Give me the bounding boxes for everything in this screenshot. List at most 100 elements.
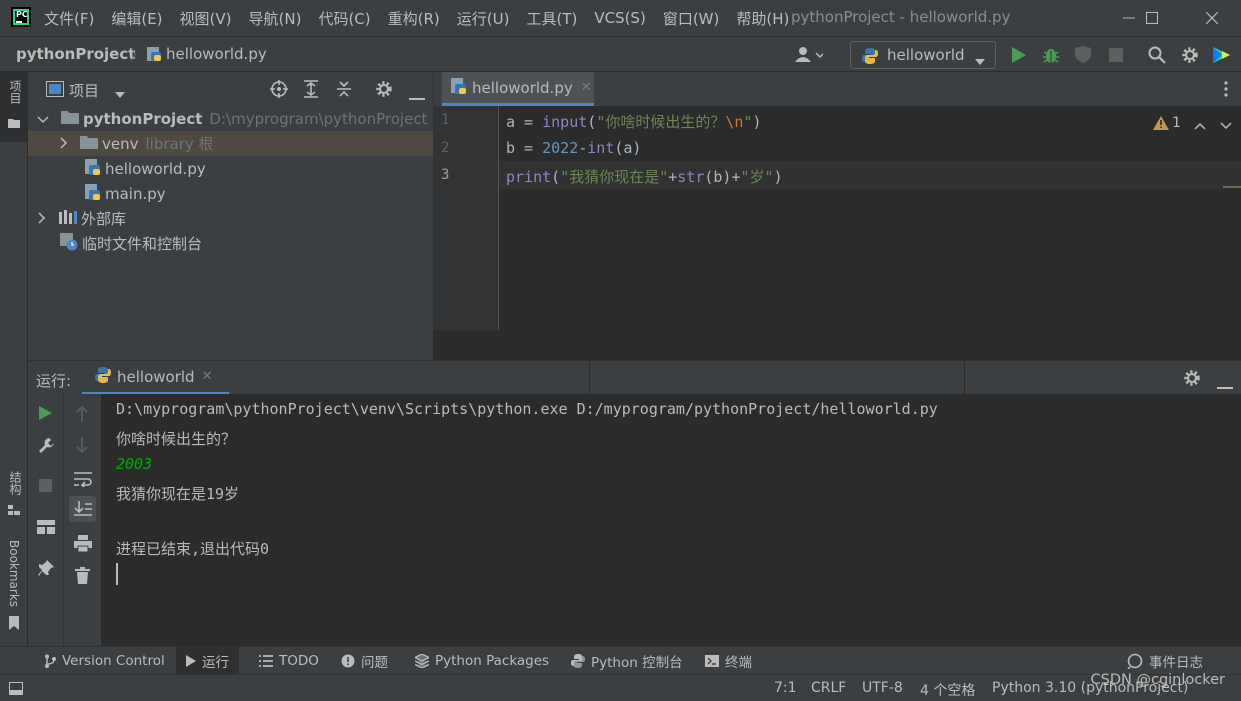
stop-button[interactable] <box>39 479 52 496</box>
layers-icon <box>415 654 429 668</box>
stop-icon <box>39 479 52 492</box>
caret-position[interactable]: 7:1 <box>774 680 797 696</box>
chevron-down-icon[interactable] <box>37 110 51 128</box>
line-separator[interactable]: CRLF <box>811 680 846 696</box>
folder-icon <box>80 135 98 153</box>
tree-item-hint: library 根 <box>145 135 214 153</box>
more-options-icon[interactable] <box>1224 81 1228 101</box>
tool-python-console[interactable]: Python 控制台 <box>564 647 690 675</box>
locate-icon[interactable] <box>270 80 288 102</box>
collapse-all-icon[interactable] <box>336 80 352 102</box>
layout-button[interactable] <box>37 520 55 538</box>
pycharm-logo-icon[interactable]: PC <box>11 7 31 27</box>
next-highlight-icon[interactable] <box>1220 118 1232 134</box>
scroll-down-button[interactable] <box>76 437 88 457</box>
menu-run[interactable]: 运行(U) <box>457 8 510 29</box>
console-line: D:\myprogram\pythonProject\venv\Scripts\… <box>116 400 938 418</box>
run-configuration-select[interactable]: helloworld <box>850 41 996 69</box>
clear-all-button[interactable] <box>75 567 90 588</box>
stop-button[interactable] <box>1109 48 1123 66</box>
tree-item-label: venv <box>102 134 139 153</box>
settings-button[interactable] <box>1181 46 1199 68</box>
run-tab-helloworld[interactable]: helloworld ✕ <box>82 361 229 395</box>
menu-tools[interactable]: 工具(T) <box>526 8 577 29</box>
menu-window[interactable]: 窗口(W) <box>663 8 720 29</box>
console-exit-line: 进程已结束,退出代码0 <box>116 540 270 558</box>
soft-wrap-button[interactable] <box>74 472 92 491</box>
close-tab-icon[interactable]: ✕ <box>581 80 592 95</box>
trash-icon <box>75 567 90 584</box>
warning-icon <box>1153 116 1169 130</box>
tool-event-log[interactable]: 事件日志 <box>1120 647 1210 675</box>
structure-tool-tab[interactable]: 结构 <box>0 467 27 527</box>
play-icon <box>39 406 52 420</box>
menu-navigate[interactable]: 导航(N) <box>249 8 302 29</box>
hide-panel-icon[interactable] <box>409 88 425 104</box>
code-editor[interactable]: 1 2 3 a = input("你啥时候出生的？\n") b = 2022-i… <box>433 106 1241 360</box>
tree-item-scratches[interactable]: 临时文件和控制台 <box>28 231 433 256</box>
pin-button[interactable] <box>38 560 54 581</box>
list-icon <box>259 655 273 667</box>
project-panel-title[interactable]: 项目 <box>69 80 99 101</box>
tool-terminal[interactable]: 终端 <box>698 647 759 675</box>
warning-indicator[interactable]: 1 <box>1153 115 1181 131</box>
expand-all-icon[interactable] <box>303 80 319 102</box>
debug-button[interactable] <box>1042 46 1060 68</box>
menu-view[interactable]: 视图(V) <box>180 8 232 29</box>
gear-icon[interactable] <box>375 80 393 102</box>
tree-item-venv[interactable]: venv library 根 <box>28 131 433 156</box>
menu-refactor[interactable]: 重构(R) <box>388 8 440 29</box>
edit-configuration-button[interactable] <box>38 437 55 458</box>
scroll-up-button[interactable] <box>76 405 88 426</box>
previous-highlight-icon[interactable] <box>1194 118 1206 134</box>
bookmarks-tool-tab[interactable]: Bookmarks <box>0 538 27 636</box>
run-panel-header: 运行: helloworld ✕ <box>28 360 1241 395</box>
tool-todo[interactable]: TODO <box>252 647 326 675</box>
scroll-to-end-button[interactable] <box>69 496 96 522</box>
chevron-down-icon[interactable] <box>115 86 125 102</box>
project-panel-header: 项目 <box>28 72 433 106</box>
gear-icon[interactable] <box>1183 369 1201 391</box>
tool-problems[interactable]: 问题 <box>334 647 395 675</box>
run-console-output[interactable]: D:\myprogram\pythonProject\venv\Scripts\… <box>101 394 1241 646</box>
hide-panel-icon[interactable] <box>1217 377 1233 393</box>
indent-setting[interactable]: 4 个空格 <box>920 680 975 700</box>
toggle-tool-windows-icon[interactable] <box>9 682 23 699</box>
breadcrumb-file[interactable]: helloworld.py <box>166 45 267 63</box>
run-toolbar-secondary <box>64 394 101 646</box>
menu-edit[interactable]: 编辑(E) <box>111 8 162 29</box>
watermark: CSDN @cginlocker <box>1090 672 1225 688</box>
print-button[interactable] <box>74 535 92 556</box>
python-icon <box>94 366 112 388</box>
code-with-me-icon[interactable] <box>1212 45 1232 69</box>
chevron-right-icon[interactable] <box>38 210 52 228</box>
menu-help[interactable]: 帮助(H) <box>736 8 789 29</box>
menu-code[interactable]: 代码(C) <box>318 8 370 29</box>
menu-vcs[interactable]: VCS(S) <box>594 9 645 27</box>
console-user-input: 2003 <box>116 455 153 473</box>
rerun-button[interactable] <box>39 406 52 424</box>
account-icon[interactable] <box>795 46 825 68</box>
project-tool-tab[interactable]: 项目 <box>0 72 27 142</box>
menu-file[interactable]: 文件(F) <box>44 8 94 29</box>
breadcrumb-project[interactable]: pythonProject <box>16 45 135 63</box>
close-window-button[interactable] <box>1189 0 1235 36</box>
maximize-button[interactable] <box>1129 0 1175 36</box>
search-button[interactable] <box>1148 46 1166 68</box>
editor-tab-helloworld[interactable]: helloworld.py ✕ <box>442 72 594 106</box>
structure-tool-label: 结构 <box>8 471 22 495</box>
tree-item-helloworld[interactable]: helloworld.py <box>28 156 433 181</box>
line-number-gutter: 1 2 3 <box>433 106 499 330</box>
close-tab-icon[interactable]: ✕ <box>202 369 213 384</box>
tree-item-pythonproject[interactable]: pythonProject D:\myprogram\pythonProject <box>28 106 433 131</box>
gear-icon <box>1182 47 1198 63</box>
tool-run[interactable]: 运行 <box>176 647 239 675</box>
chevron-right-icon[interactable] <box>60 135 74 153</box>
tool-version-control[interactable]: Version Control <box>36 647 173 675</box>
coverage-button[interactable] <box>1074 46 1094 68</box>
run-button[interactable] <box>1012 47 1026 67</box>
tree-item-main[interactable]: main.py <box>28 181 433 206</box>
tree-item-external-libraries[interactable]: 外部库 <box>28 206 433 231</box>
tool-python-packages[interactable]: Python Packages <box>408 647 556 675</box>
file-encoding[interactable]: UTF-8 <box>862 680 903 696</box>
